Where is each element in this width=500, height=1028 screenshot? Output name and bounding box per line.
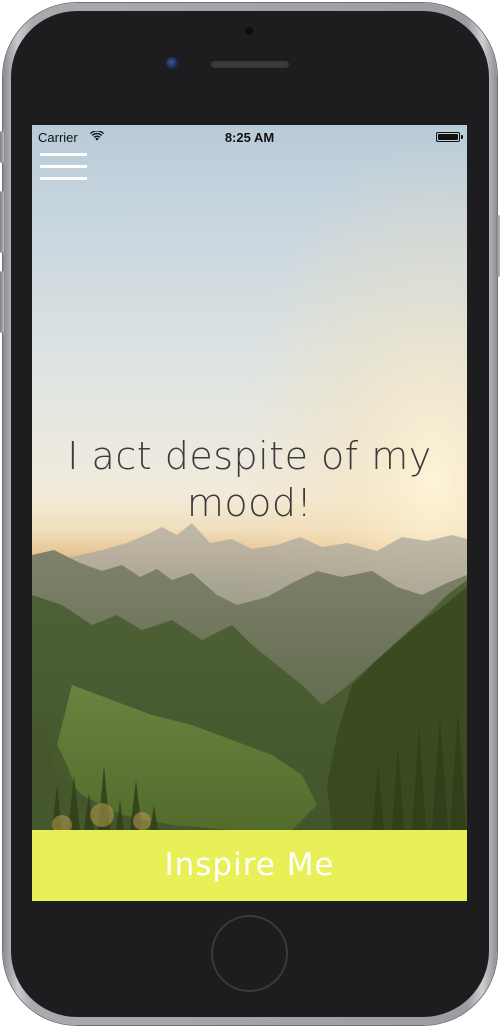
earpiece-speaker <box>210 59 290 68</box>
status-time: 8:25 AM <box>224 130 275 145</box>
menu-line-middle <box>40 165 87 168</box>
app-screen: Carrier 8:25 AM I act despite of my mood… <box>32 125 467 901</box>
battery-level-fill <box>438 134 458 140</box>
menu-line-top <box>40 153 87 156</box>
home-button[interactable] <box>211 915 288 992</box>
front-camera-icon <box>166 57 179 70</box>
battery-terminal <box>461 135 463 139</box>
volume-up-button <box>0 191 4 253</box>
power-button <box>496 215 500 277</box>
proximity-sensor <box>245 27 253 35</box>
menu-line-bottom <box>40 177 87 180</box>
mute-switch <box>0 131 4 163</box>
volume-down-button <box>0 271 4 333</box>
battery-full-icon <box>436 132 463 142</box>
inspire-me-button[interactable]: Inspire Me <box>32 830 467 901</box>
inspirational-quote: I act despite of my mood! <box>67 434 432 525</box>
hamburger-menu-icon[interactable] <box>40 153 87 181</box>
status-bar: Carrier 8:25 AM <box>32 125 467 149</box>
